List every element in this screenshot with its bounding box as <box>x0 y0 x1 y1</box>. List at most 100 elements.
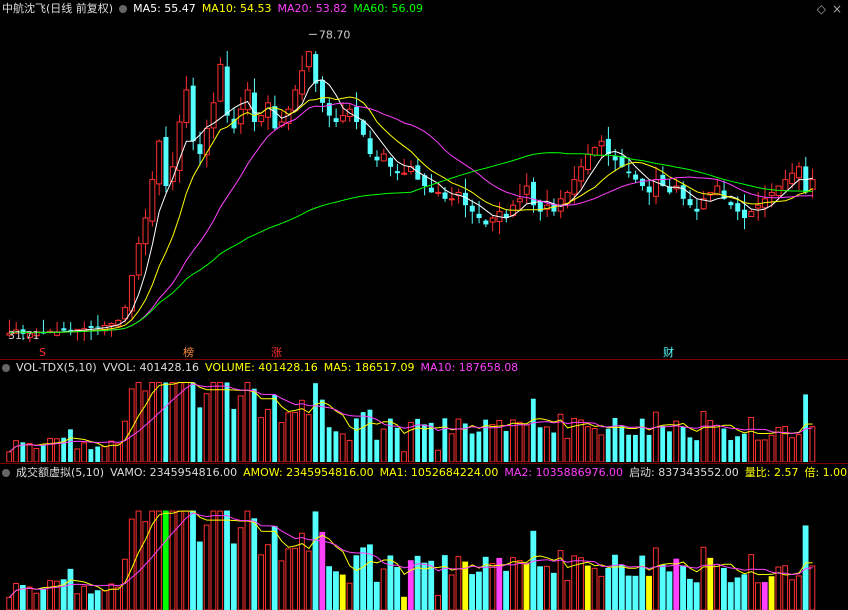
candle <box>598 140 605 147</box>
candle <box>224 66 230 116</box>
amount-bar <box>258 554 264 610</box>
volume-bar <box>564 437 571 462</box>
candle <box>272 106 278 129</box>
volume-bar <box>33 448 40 462</box>
amount-bar <box>693 582 700 610</box>
low-label: 31.71 <box>8 329 40 342</box>
candle <box>88 326 94 329</box>
amount-bar <box>673 558 680 610</box>
bei-label: 倍: 1.00 <box>804 466 848 479</box>
volume-bar <box>516 421 523 462</box>
volume-bar <box>81 442 87 462</box>
volume-bar <box>673 420 680 462</box>
vol-title[interactable]: VOL-TDX(5,10) <box>16 361 97 374</box>
chart-title[interactable]: 中航沈飞(日线 前复权) <box>2 2 113 15</box>
volume-bar <box>217 381 224 462</box>
amount-bar <box>230 543 237 610</box>
volume-bar <box>224 382 230 462</box>
diamond-icon[interactable]: ◇ <box>817 2 826 16</box>
amount-bar <box>339 574 346 610</box>
amount-bar <box>721 567 727 610</box>
candle <box>633 174 639 180</box>
volume-bar <box>394 427 400 462</box>
amount-bar <box>789 579 795 610</box>
amount-bar <box>584 565 591 610</box>
candle <box>354 106 360 122</box>
volume-bar <box>537 427 543 462</box>
volume-bar <box>169 381 176 462</box>
amount-bar <box>544 565 550 610</box>
amount-bar <box>224 510 230 610</box>
amt-title[interactable]: 成交额虚拟(5,10) <box>16 466 104 479</box>
volume-bar <box>401 451 407 462</box>
amount-bar <box>564 580 571 610</box>
amount-bar <box>319 531 326 610</box>
amount-bar <box>26 586 33 610</box>
amount-bar <box>632 575 639 610</box>
amount-bar <box>741 574 748 610</box>
amount-chart[interactable] <box>0 482 848 610</box>
volume-bar <box>741 433 747 462</box>
volume-bar <box>789 437 795 462</box>
candle <box>742 209 748 218</box>
candle <box>251 92 257 122</box>
candle <box>265 102 272 118</box>
candle <box>299 70 306 95</box>
amount-bar <box>135 510 142 610</box>
volume-bar <box>591 428 598 462</box>
volume-bar <box>6 451 13 462</box>
candle <box>339 115 346 122</box>
ma2-label: MA2: 1035886976.00 <box>504 466 624 479</box>
amount-bar <box>755 582 761 610</box>
amount-bar <box>646 575 652 610</box>
volume-bar <box>795 434 802 462</box>
amount-bar <box>305 550 312 610</box>
amount-bar <box>190 510 196 610</box>
candle <box>428 187 434 193</box>
amount-bar <box>87 593 94 610</box>
amount-bar <box>394 566 401 610</box>
price-chart[interactable]: 78.70 31.71 S 榜 涨 财 <box>0 18 848 358</box>
volume-bar <box>633 434 638 462</box>
dropdown-icon[interactable] <box>119 5 128 13</box>
volume-label: VOLUME: 401428.16 <box>205 361 318 374</box>
candle <box>333 118 339 122</box>
amount-bar <box>734 577 741 610</box>
ma60-label: MA60: 56.09 <box>353 2 423 15</box>
volume-bar <box>660 425 666 462</box>
candle <box>489 217 496 223</box>
candle <box>258 115 265 123</box>
candle <box>584 153 591 171</box>
volume-bar <box>88 449 94 462</box>
candle <box>483 220 489 225</box>
volume-bar <box>455 418 462 462</box>
volume-bar <box>353 418 359 462</box>
candle <box>95 326 101 328</box>
amount-bar <box>475 571 482 610</box>
volume-bar <box>333 431 339 462</box>
event-marker: S <box>39 346 46 358</box>
candle <box>122 307 129 320</box>
amount-bar <box>448 574 455 610</box>
amount-bar <box>659 564 666 610</box>
dropdown-icon[interactable] <box>2 469 10 477</box>
amount-bar <box>162 510 169 610</box>
volume-bar <box>809 426 816 462</box>
volume-bar <box>319 399 325 462</box>
high-label: 78.70 <box>319 28 351 41</box>
close-icon[interactable]: × <box>832 2 842 16</box>
candle <box>149 179 156 222</box>
qidong-label: 启动: 837343552.00 <box>629 466 739 479</box>
amount-bar <box>326 566 333 610</box>
volume-bar <box>748 417 755 462</box>
volume-bar <box>476 431 482 462</box>
dropdown-icon[interactable] <box>2 364 10 372</box>
candle <box>694 208 700 212</box>
volume-bar <box>489 424 496 462</box>
amount-bar <box>251 518 258 610</box>
volume-chart[interactable] <box>0 376 848 462</box>
candle <box>108 323 115 327</box>
event-marker: 涨 <box>271 346 282 358</box>
candle <box>578 166 585 182</box>
candle <box>135 243 142 276</box>
